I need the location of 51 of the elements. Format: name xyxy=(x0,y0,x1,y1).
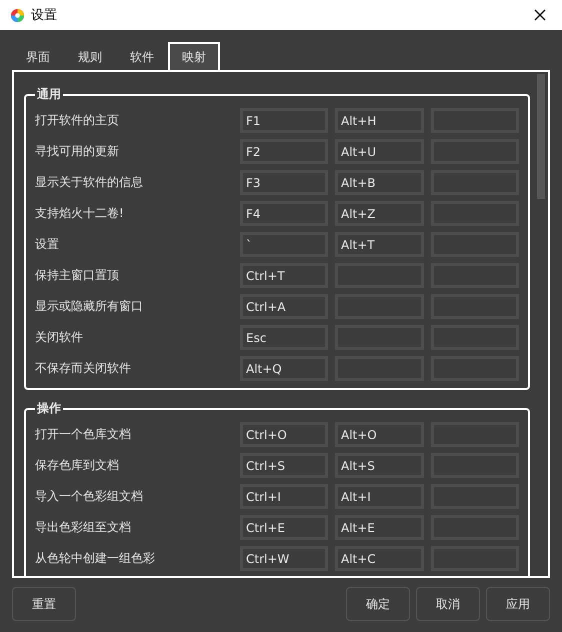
tab[interactable]: 映射 xyxy=(168,42,220,70)
shortcut-label: 寻找可用的更新 xyxy=(35,143,120,160)
group-title: 通用 xyxy=(36,86,62,103)
shortcut-field[interactable]: Alt+H xyxy=(335,108,424,133)
shortcut-field[interactable]: Alt+I xyxy=(335,484,424,509)
shortcut-field[interactable]: F4 xyxy=(240,201,328,226)
shortcut-field[interactable]: Ctrl+W xyxy=(240,546,328,571)
shortcut-field[interactable]: Esc xyxy=(240,325,328,350)
shortcut-field[interactable]: Ctrl+A xyxy=(240,294,328,319)
window-title: 设置 xyxy=(31,7,58,24)
shortcut-label: 从色轮中创建一组色彩 xyxy=(35,550,156,567)
dialog-button[interactable]: 重置 xyxy=(12,587,76,621)
tab[interactable]: 软件 xyxy=(116,42,168,70)
shortcut-label: 导出色彩组至文档 xyxy=(35,519,132,536)
shortcut-field[interactable]: Alt+U xyxy=(335,139,424,164)
shortcut-label: 显示关于软件的信息 xyxy=(35,174,144,191)
shortcut-field[interactable]: Ctrl+O xyxy=(240,422,328,447)
shortcut-label: 打开软件的主页 xyxy=(35,112,120,129)
dialog-button[interactable]: 取消 xyxy=(416,587,480,621)
shortcut-field[interactable]: Alt+S xyxy=(335,453,424,478)
shortcut-field[interactable]: Ctrl+S xyxy=(240,453,328,478)
dialog-button[interactable]: 确定 xyxy=(346,587,410,621)
shortcut-label: 打开一个色库文档 xyxy=(35,426,132,443)
shortcut-label: 显示或隐藏所有窗口 xyxy=(35,298,144,315)
color-wheel-icon xyxy=(10,8,25,22)
tab[interactable]: 规则 xyxy=(64,42,116,70)
shortcut-label: 保存色库到文档 xyxy=(35,457,120,474)
shortcut-label: 保持主窗口置顶 xyxy=(35,267,120,284)
shortcut-field[interactable]: Alt+E xyxy=(335,515,424,540)
shortcut-field[interactable]: Alt+Q xyxy=(240,356,328,381)
shortcut-label: 导入一个色彩组文档 xyxy=(35,488,144,505)
shortcut-field[interactable]: Ctrl+E xyxy=(240,515,328,540)
tab[interactable]: 界面 xyxy=(12,42,64,70)
shortcut-field[interactable]: Alt+C xyxy=(335,546,424,571)
shortcut-field[interactable]: Ctrl+I xyxy=(240,484,328,509)
dialog-button[interactable]: 应用 xyxy=(486,587,550,621)
shortcut-label: 不保存而关闭软件 xyxy=(35,360,132,377)
close-icon[interactable] xyxy=(534,9,546,21)
shortcut-field[interactable]: Alt+Z xyxy=(335,201,424,226)
group-title: 操作 xyxy=(36,400,62,417)
shortcut-field[interactable]: Alt+O xyxy=(335,422,424,447)
shortcut-label: 支持焰火十二卷! xyxy=(35,205,125,222)
shortcut-field[interactable]: Alt+T xyxy=(335,232,424,257)
shortcut-label: 设置 xyxy=(35,236,60,253)
shortcut-field[interactable]: ` xyxy=(240,232,328,257)
shortcut-field[interactable]: F1 xyxy=(240,108,328,133)
shortcut-field[interactable]: F2 xyxy=(240,139,328,164)
shortcut-field[interactable]: F3 xyxy=(240,170,328,195)
shortcut-field[interactable]: Alt+B xyxy=(335,170,424,195)
shortcut-label: 关闭软件 xyxy=(35,329,84,346)
shortcut-field[interactable]: Ctrl+T xyxy=(240,263,328,288)
